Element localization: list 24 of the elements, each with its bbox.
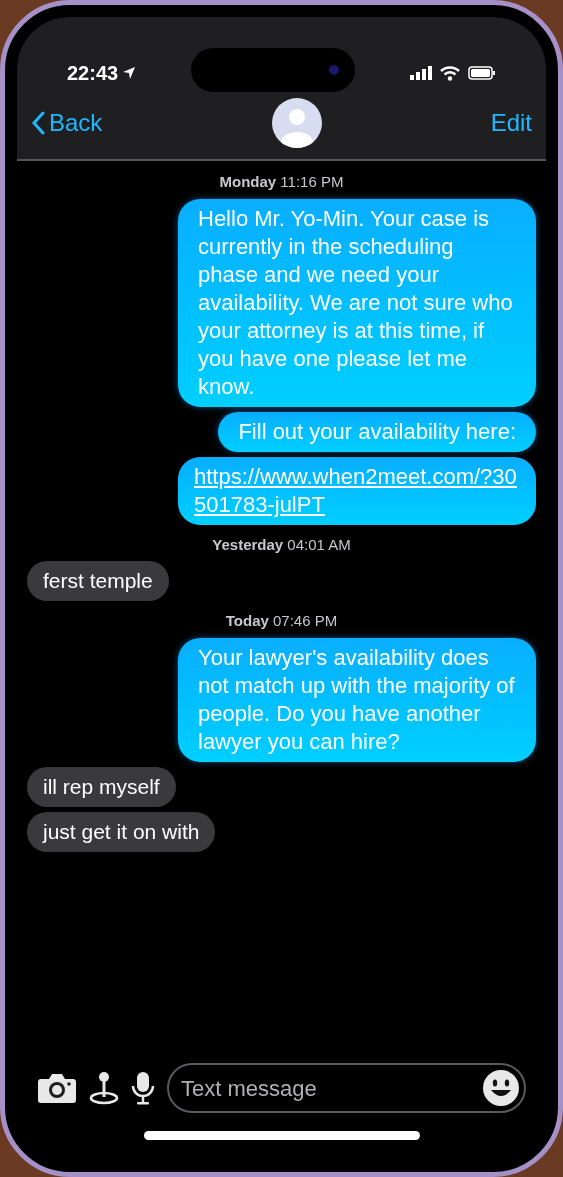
camera-icon[interactable] [37, 1072, 77, 1104]
chevron-left-icon [31, 111, 45, 135]
received-message: just get it on with [27, 811, 216, 852]
sent-message: Hello Mr. Yo-Min. Your case is currently in the scheduling phase and we need your availability. We are not sure who your attorney is at this time, if you have one please let me know. [178, 198, 536, 407]
smiley-icon[interactable] [482, 1069, 520, 1107]
message-field[interactable]: Text message [167, 1063, 526, 1113]
timestamp: Yesterday 04:01 AM [212, 534, 351, 555]
location-arrow-icon [122, 66, 137, 80]
edit-button[interactable]: Edit [490, 105, 532, 141]
joystick-icon[interactable] [89, 1071, 119, 1105]
wifi-icon [440, 65, 460, 81]
timestamp: Monday 11:16 PM [219, 172, 344, 192]
signal-icon [410, 66, 432, 80]
microphone-icon[interactable] [131, 1071, 155, 1105]
received-message: ferst temple [27, 561, 169, 601]
battery-icon [468, 66, 496, 80]
received-message: ill rep myself [27, 766, 176, 807]
sent-message: Your lawyer's availability does not match up with the majority of people. Do you have another lawyer you can hire? [178, 637, 536, 762]
back-button[interactable]: Back [31, 105, 103, 141]
avatar-icon[interactable] [271, 98, 322, 148]
sent-message: Fill out your availability here: [218, 411, 536, 452]
status-time: 22:43 [67, 61, 119, 86]
timestamp: Today 07:46 PM [225, 611, 338, 631]
message-input-field[interactable]: Text message [181, 1071, 482, 1105]
